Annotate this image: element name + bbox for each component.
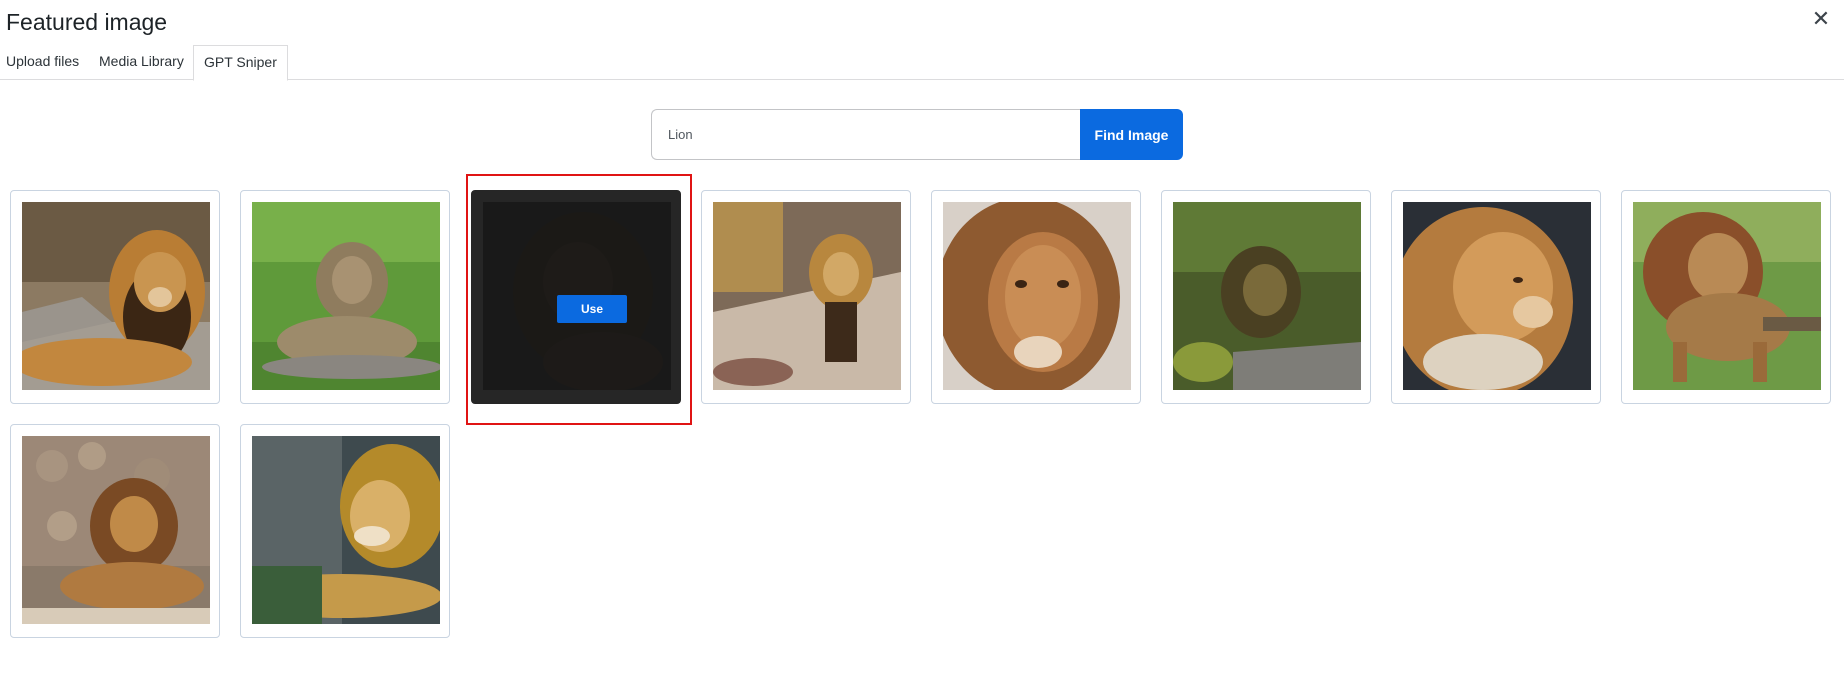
modal-header: Featured image ✕: [0, 0, 1844, 43]
image-card[interactable]: [931, 190, 1141, 404]
search-input[interactable]: [651, 109, 1081, 160]
lion-image: [252, 202, 440, 390]
image-card[interactable]: [10, 190, 220, 404]
lion-image: [713, 202, 901, 390]
image-card[interactable]: [1161, 190, 1371, 404]
image-card[interactable]: [10, 424, 220, 638]
tab-bar: Upload files Media Library GPT Sniper: [0, 45, 1844, 81]
image-card[interactable]: [1391, 190, 1601, 404]
lion-image: [943, 202, 1131, 390]
lion-image: [1633, 202, 1821, 390]
image-card[interactable]: [701, 190, 911, 404]
tab-media-library[interactable]: Media Library: [89, 45, 194, 80]
image-card[interactable]: [240, 424, 450, 638]
lion-image: [1403, 202, 1591, 390]
close-icon[interactable]: ✕: [1810, 9, 1832, 32]
lion-image: [252, 436, 440, 624]
image-card[interactable]: [1621, 190, 1831, 404]
image-card[interactable]: [240, 190, 450, 404]
lion-image: [1173, 202, 1361, 390]
search-bar: Find Image: [651, 109, 1183, 160]
lion-image: Use: [483, 202, 671, 390]
modal-title: Featured image: [6, 9, 168, 35]
find-image-button[interactable]: Find Image: [1080, 109, 1183, 160]
use-button[interactable]: Use: [557, 295, 627, 323]
tab-upload-files[interactable]: Upload files: [0, 45, 89, 80]
lion-image: [22, 436, 210, 624]
tab-gpt-sniper[interactable]: GPT Sniper: [193, 45, 288, 81]
image-card-selected[interactable]: Use: [471, 190, 681, 404]
lion-image: [22, 202, 210, 390]
